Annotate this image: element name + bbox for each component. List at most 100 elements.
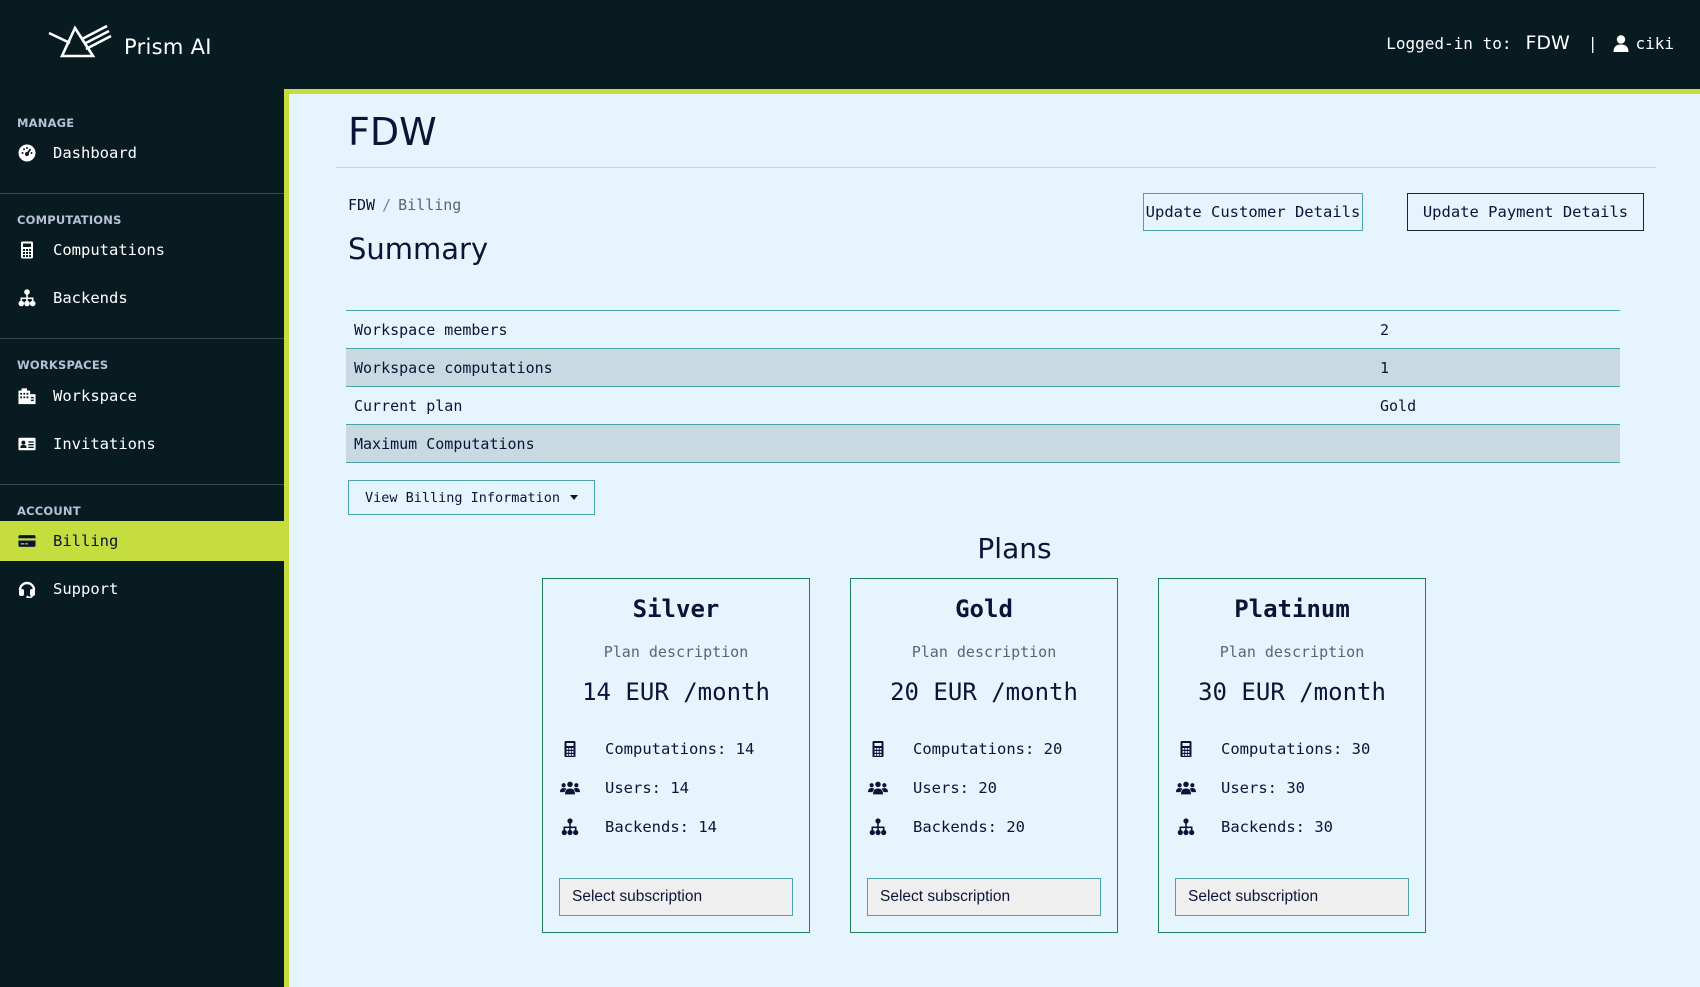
sidebar-divider (0, 338, 284, 339)
caret-down-icon (570, 495, 579, 500)
row-label: Workspace members (354, 320, 508, 339)
sidebar-divider (0, 484, 284, 485)
plan-feature-computations: Computations: 20 (867, 737, 1062, 761)
plan-feature-backends: Backends: 20 (867, 815, 1025, 839)
section-label-computations: COMPUTATIONS (17, 213, 122, 227)
section-label-manage: MANAGE (17, 116, 75, 130)
row-value: Gold (1380, 396, 1417, 415)
logged-in-label: Logged-in to: (1386, 33, 1512, 53)
plan-feature-users: Users: 14 (559, 776, 689, 800)
select-subscription-button[interactable]: Select subscription (1175, 878, 1409, 916)
plan-name: Gold (955, 595, 1013, 623)
users-icon (559, 779, 581, 797)
sidebar-item-billing[interactable]: Billing (0, 521, 284, 561)
plans-heading: Plans (977, 532, 1052, 565)
sidebar-item-label: Billing (53, 532, 119, 550)
plan-feature-backends: Backends: 14 (559, 815, 717, 839)
sidebar-item-workspace[interactable]: Workspace (0, 376, 284, 416)
logo[interactable]: Prism AI (48, 24, 211, 67)
id-card-icon (17, 435, 37, 453)
sidebar-item-support[interactable]: Support (0, 569, 284, 609)
plan-price: 30 EUR /month (1198, 678, 1386, 706)
sidebar-item-label: Computations (53, 241, 165, 259)
breadcrumb-current: Billing (398, 196, 462, 214)
feature-text: Users: 14 (605, 779, 689, 797)
row-label: Maximum Computations (354, 434, 535, 453)
feature-text: Computations: 20 (913, 740, 1063, 758)
feature-text: Computations: 14 (605, 740, 755, 758)
select-subscription-button[interactable]: Select subscription (559, 878, 793, 916)
sidebar: MANAGE Dashboard COMPUTATIONS Computatio… (0, 89, 284, 987)
feature-text: Backends: 30 (1221, 818, 1333, 836)
section-label-account: ACCOUNT (17, 504, 81, 518)
sidebar-item-label: Dashboard (53, 144, 137, 162)
feature-text: Backends: 14 (605, 818, 717, 836)
select-subscription-button[interactable]: Select subscription (867, 878, 1101, 916)
app-name: Prism AI (124, 35, 212, 59)
row-value: 2 (1380, 320, 1390, 339)
table-row: Maximum Computations (346, 424, 1620, 463)
table-row: Current plan Gold (346, 386, 1620, 425)
sidebar-item-dashboard[interactable]: Dashboard (0, 133, 284, 173)
sidebar-item-invitations[interactable]: Invitations (0, 424, 284, 464)
update-customer-details-button[interactable]: Update Customer Details (1143, 193, 1363, 231)
sitemap-icon (17, 289, 37, 307)
feature-text: Users: 20 (913, 779, 997, 797)
plan-price: 20 EUR /month (890, 678, 1078, 706)
breadcrumb: FDW / Billing (348, 196, 461, 214)
sidebar-item-label: Backends (53, 289, 128, 307)
row-label: Workspace computations (354, 358, 553, 377)
table-row: Workspace members 2 (346, 310, 1620, 349)
plan-feature-computations: Computations: 14 (559, 737, 754, 761)
row-label: Current plan (354, 396, 463, 415)
login-info: Logged-in to: FDW | ciki (1386, 32, 1674, 54)
table-row: Workspace computations 1 (346, 348, 1620, 387)
page-title: FDW (348, 110, 437, 154)
prism-logo-icon (48, 24, 114, 67)
feature-text: Backends: 20 (913, 818, 1025, 836)
sidebar-item-computations[interactable]: Computations (0, 230, 284, 270)
plan-feature-computations: Computations: 30 (1175, 737, 1370, 761)
separator: | (1587, 33, 1598, 53)
update-payment-details-button[interactable]: Update Payment Details (1407, 193, 1644, 231)
plan-price: 14 EUR /month (582, 678, 770, 706)
section-label-workspaces: WORKSPACES (17, 358, 109, 372)
feature-text: Computations: 30 (1221, 740, 1371, 758)
sidebar-item-label: Support (53, 580, 119, 598)
view-billing-information-dropdown[interactable]: View Billing Information (348, 480, 595, 515)
building-icon (17, 387, 37, 405)
plan-description: Plan description (911, 643, 1057, 661)
summary-heading: Summary (348, 232, 489, 266)
users-icon (867, 779, 889, 797)
calculator-icon (1175, 740, 1197, 758)
sidebar-item-label: Workspace (53, 387, 137, 405)
title-divider (336, 167, 1656, 168)
breadcrumb-parent-link[interactable]: FDW (348, 196, 375, 214)
plan-card-platinum: Platinum Plan description 30 EUR /month … (1158, 578, 1426, 933)
calculator-icon (867, 740, 889, 758)
sidebar-item-label: Invitations (53, 435, 156, 453)
plan-description: Plan description (603, 643, 749, 661)
main-content: FDW FDW / Billing Summary Update Customer … (284, 89, 1700, 987)
top-header: Prism AI Logged-in to: FDW | ciki (0, 0, 1700, 89)
feature-text: Users: 30 (1221, 779, 1305, 797)
username[interactable]: ciki (1635, 34, 1674, 53)
row-value (1372, 425, 1620, 463)
plan-card-gold: Gold Plan description 20 EUR /month Comp… (850, 578, 1118, 933)
plan-feature-backends: Backends: 30 (1175, 815, 1333, 839)
current-workspace[interactable]: FDW (1525, 32, 1569, 54)
dashboard-gauge-icon (17, 144, 37, 162)
breadcrumb-separator: / (382, 196, 392, 214)
headset-icon (17, 580, 37, 598)
sitemap-icon (559, 818, 581, 836)
plan-feature-users: Users: 30 (1175, 776, 1305, 800)
sitemap-icon (1175, 818, 1197, 836)
sidebar-divider (0, 193, 284, 194)
sidebar-item-backends[interactable]: Backends (0, 278, 284, 318)
plan-name: Silver (632, 595, 720, 623)
sitemap-icon (867, 818, 889, 836)
plan-description: Plan description (1219, 643, 1365, 661)
plan-feature-users: Users: 20 (867, 776, 997, 800)
users-icon (1175, 779, 1197, 797)
plan-card-silver: Silver Plan description 14 EUR /month Co… (542, 578, 810, 933)
